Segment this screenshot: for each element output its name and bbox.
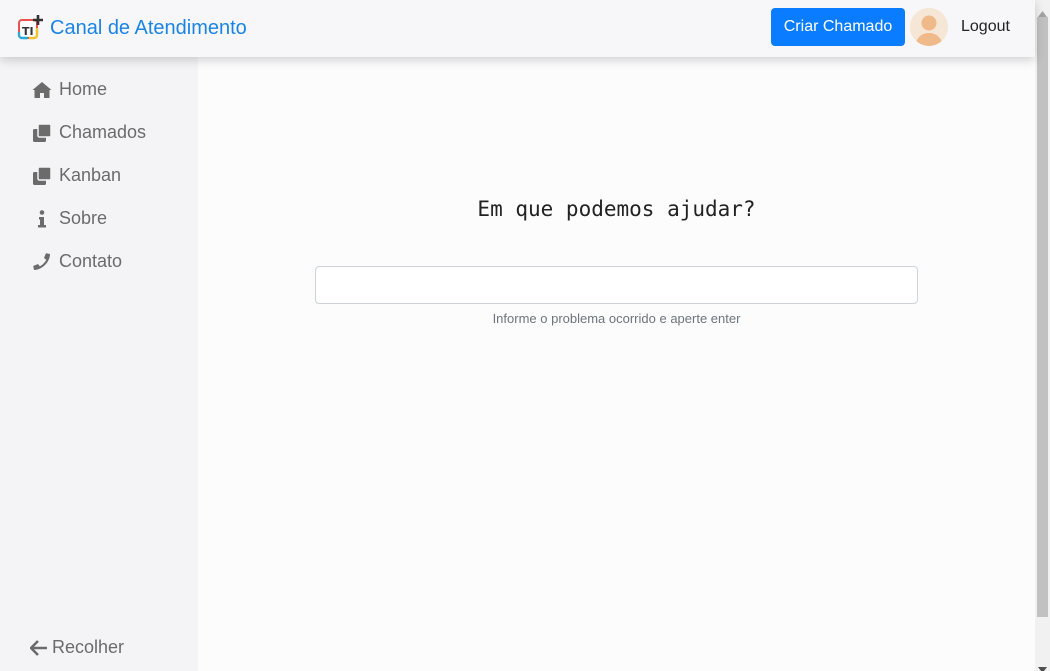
- logout-link[interactable]: Logout: [961, 18, 1010, 36]
- sidebar-item-home[interactable]: Home: [32, 79, 107, 100]
- sidebar-item-label: Sobre: [59, 208, 108, 228]
- sidebar-item-label: Contato: [59, 251, 123, 271]
- sidebar-item-label: Chamados: [59, 122, 147, 142]
- create-ticket-button[interactable]: Criar Chamado: [771, 8, 905, 46]
- sidebar-item-kanban[interactable]: Kanban: [32, 165, 121, 186]
- scroll-down-icon[interactable]: [1038, 660, 1047, 671]
- sidebar-item-sobre[interactable]: Sobre: [32, 208, 107, 229]
- scrollbar-thumb[interactable]: [1037, 17, 1048, 617]
- info-icon: [32, 209, 52, 229]
- problem-search-input[interactable]: [315, 266, 918, 304]
- clone-icon: [32, 123, 52, 143]
- sidebar-item-contato[interactable]: Contato: [32, 251, 122, 272]
- brand[interactable]: TI Canal de Atendimento: [17, 14, 247, 42]
- vertical-scrollbar[interactable]: [1035, 0, 1050, 671]
- sidebar-item-label: Home: [59, 79, 108, 99]
- clone-icon: [32, 166, 52, 186]
- app-logo-icon: TI: [17, 14, 44, 42]
- top-header: TI Canal de Atendimento Criar Chamado Lo…: [0, 0, 1035, 57]
- search-hint: Informe o problema ocorrido e aperte ent…: [492, 311, 741, 326]
- collapse-label: Recolher: [52, 637, 125, 657]
- arrow-left-icon: [29, 639, 48, 657]
- phone-icon: [32, 252, 52, 272]
- sidebar-item-label: Kanban: [59, 165, 122, 185]
- sidebar-item-chamados[interactable]: Chamados: [32, 122, 146, 143]
- main-content: Em que podemos ajudar? Informe o problem…: [198, 57, 1035, 671]
- home-icon: [32, 80, 52, 100]
- brand-title: Canal de Atendimento: [50, 16, 247, 39]
- page-title: Em que podemos ajudar?: [477, 197, 756, 221]
- avatar[interactable]: [910, 8, 948, 46]
- sidebar: Home Chamados Kanban Sobre Contato Recol…: [0, 57, 198, 671]
- svg-text:TI: TI: [22, 25, 34, 38]
- collapse-sidebar-button[interactable]: Recolher: [29, 637, 125, 658]
